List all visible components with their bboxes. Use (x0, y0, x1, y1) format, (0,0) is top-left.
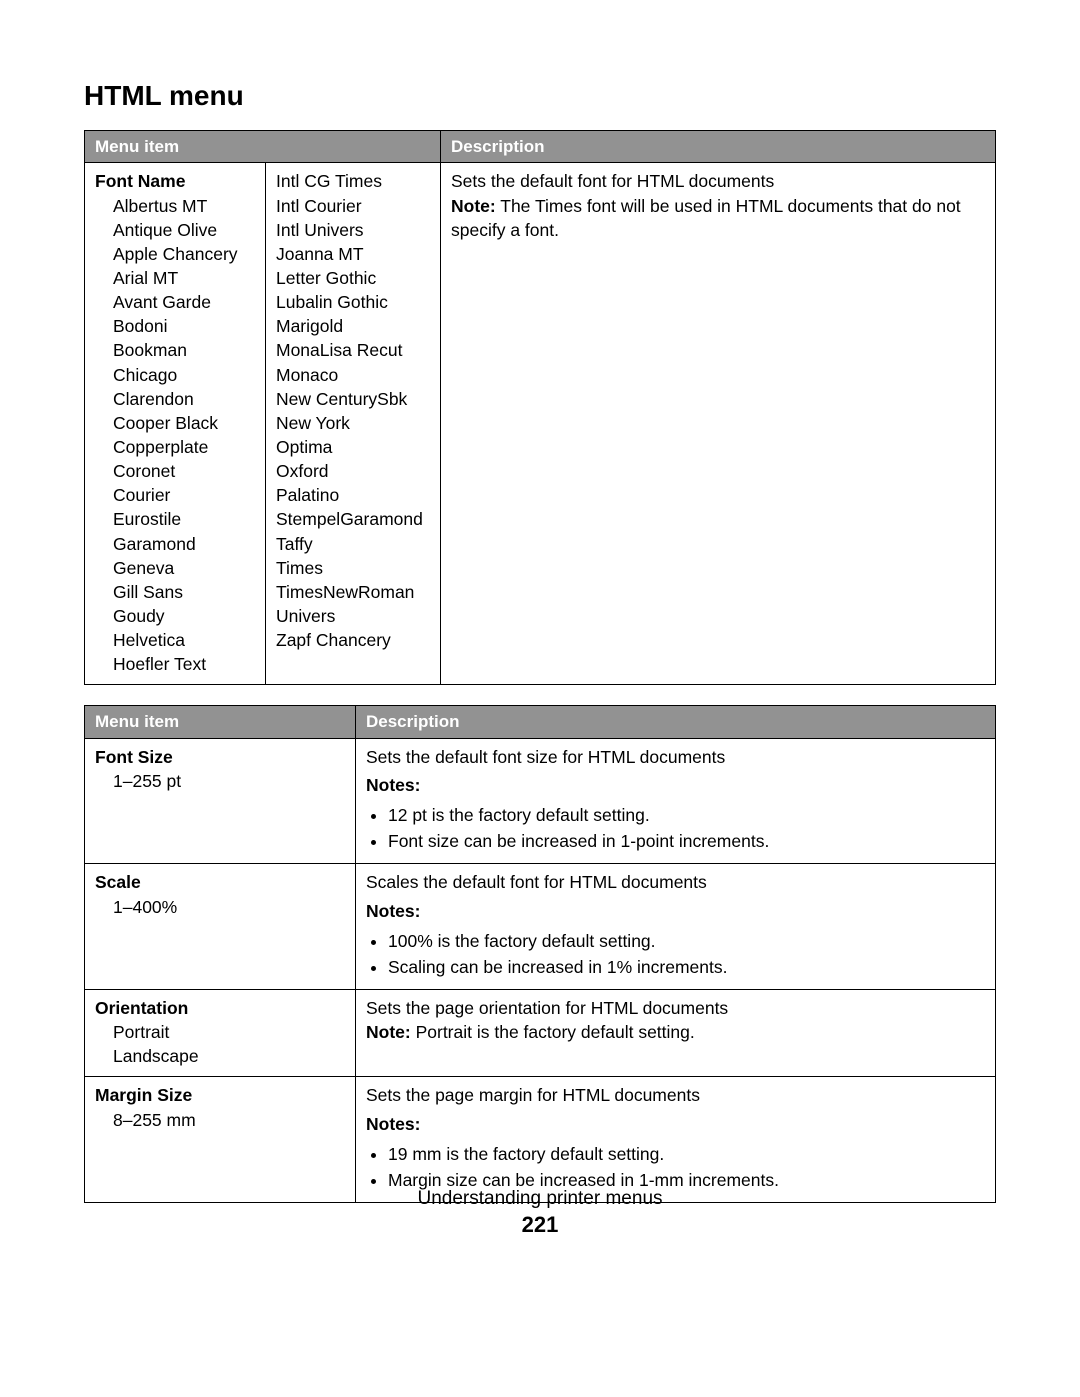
list-item: Avant Garde (113, 290, 255, 314)
description-text: Sets the page margin for HTML documents (366, 1085, 700, 1105)
list-item: 12 pt is the factory default setting. (388, 803, 985, 827)
settings-rows: Font Size1–255 pt Sets the default font s… (85, 738, 996, 1202)
notes-label: Notes: (366, 773, 985, 797)
list-item: Apple Chancery (113, 242, 255, 266)
list-item: Intl Courier (276, 194, 430, 218)
list-item: Monaco (276, 363, 430, 387)
menu-item-option: Portrait (95, 1020, 345, 1044)
menu-item-name: Orientation (95, 996, 345, 1020)
list-item: Copperplate (113, 435, 255, 459)
note-label: Note: (366, 1022, 411, 1042)
menu-item-option: Landscape (95, 1044, 345, 1068)
table-row: Font Size1–255 pt Sets the default font s… (85, 738, 996, 864)
list-item: Chicago (113, 363, 255, 387)
list-item: Univers (276, 604, 430, 628)
list-item: Albertus MT (113, 194, 255, 218)
description-text: Sets the default font size for HTML docu… (366, 747, 725, 767)
list-item: Palatino (276, 483, 430, 507)
list-item: Cooper Black (113, 411, 255, 435)
description-cell: Sets the page orientation for HTML docum… (356, 989, 996, 1076)
list-item: MonaLisa Recut (276, 338, 430, 362)
notes-label: Notes: (366, 1112, 985, 1136)
page-title: HTML menu (84, 80, 996, 112)
menu-item-option: 8–255 mm (95, 1108, 345, 1132)
description-text: Sets the page orientation for HTML docum… (366, 998, 728, 1018)
list-item: TimesNewRoman (276, 580, 430, 604)
list-item: Zapf Chancery (276, 628, 430, 652)
note-text: Portrait is the factory default setting. (411, 1022, 695, 1042)
menu-item-name: Margin Size (95, 1083, 345, 1107)
t2-header-description: Description (356, 706, 996, 738)
menu-item-cell: Font Size1–255 pt (85, 738, 356, 864)
font-list-col2: Intl CG TimesIntl CourierIntl UniversJoa… (276, 169, 430, 652)
menu-item-cell: Margin Size8–255 mm (85, 1077, 356, 1203)
note-label: Note: (451, 196, 496, 216)
t1-header-description: Description (441, 131, 996, 163)
list-item: Lubalin Gothic (276, 290, 430, 314)
list-item: Intl CG Times (276, 169, 430, 193)
list-item: New York (276, 411, 430, 435)
menu-item-cell: Scale1–400% (85, 864, 356, 990)
notes-list: 12 pt is the factory default setting.Fon… (388, 803, 985, 853)
list-item: Marigold (276, 314, 430, 338)
list-item: Courier (113, 483, 255, 507)
list-item: Optima (276, 435, 430, 459)
notes-list: 100% is the factory default setting.Scal… (388, 929, 985, 979)
settings-table: Menu item Description Font Size1–255 ptS… (84, 705, 996, 1203)
list-item: Scaling can be increased in 1% increment… (388, 955, 985, 979)
list-item: 19 mm is the factory default setting. (388, 1142, 985, 1166)
list-item: Eurostile (113, 507, 255, 531)
list-item: Coronet (113, 459, 255, 483)
font-name-desc-cell: Sets the default font for HTML documents… (441, 163, 996, 685)
footer-section: Understanding printer menus (0, 1188, 1080, 1210)
list-item: Taffy (276, 532, 430, 556)
font-list-col1: Albertus MTAntique OliveApple ChanceryAr… (95, 194, 255, 677)
font-name-label: Font Name (95, 169, 255, 193)
font-name-left-cell: Font Name Albertus MTAntique OliveApple … (85, 163, 266, 685)
list-item: Font size can be increased in 1-point in… (388, 829, 985, 853)
list-item: 100% is the factory default setting. (388, 929, 985, 953)
font-name-table: Menu item Description Font Name Albertus… (84, 130, 996, 685)
list-item: Bodoni (113, 314, 255, 338)
list-item: Clarendon (113, 387, 255, 411)
list-item: Times (276, 556, 430, 580)
list-item: Gill Sans (113, 580, 255, 604)
t1-header-menu-item: Menu item (85, 131, 441, 163)
list-item: Joanna MT (276, 242, 430, 266)
list-item: Geneva (113, 556, 255, 580)
list-item: Letter Gothic (276, 266, 430, 290)
notes-list: 19 mm is the factory default setting.Mar… (388, 1142, 985, 1192)
list-item: Bookman (113, 338, 255, 362)
notes-label: Notes: (366, 899, 985, 923)
menu-item-name: Font Size (95, 745, 345, 769)
list-item: Garamond (113, 532, 255, 556)
table-row: Margin Size8–255 mmSets the page margin … (85, 1077, 996, 1203)
list-item: New CenturySbk (276, 387, 430, 411)
list-item: Hoefler Text (113, 652, 255, 676)
menu-item-option: 1–255 pt (95, 769, 345, 793)
description-cell: Sets the default font size for HTML docu… (356, 738, 996, 864)
table-row: Scale1–400% Scales the default font for H… (85, 864, 996, 990)
note-text: The Times font will be used in HTML docu… (451, 196, 961, 240)
description-cell: Sets the page margin for HTML documents N… (356, 1077, 996, 1203)
list-item: Antique Olive (113, 218, 255, 242)
menu-item-cell: OrientationPortraitLandscape (85, 989, 356, 1076)
description-cell: Scales the default font for HTML documen… (356, 864, 996, 990)
menu-item-name: Scale (95, 870, 345, 894)
list-item: Intl Univers (276, 218, 430, 242)
t2-header-menu-item: Menu item (85, 706, 356, 738)
menu-item-option: 1–400% (95, 895, 345, 919)
page-footer: Understanding printer menus 221 (0, 1188, 1080, 1238)
list-item: Helvetica (113, 628, 255, 652)
list-item: StempelGaramond (276, 507, 430, 531)
footer-page-number: 221 (0, 1212, 1080, 1238)
font-name-desc: Sets the default font for HTML documents (451, 171, 774, 191)
table-row: OrientationPortraitLandscape Sets the pag… (85, 989, 996, 1076)
font-name-mid-cell: Intl CG TimesIntl CourierIntl UniversJoa… (266, 163, 441, 685)
list-item: Oxford (276, 459, 430, 483)
list-item: Arial MT (113, 266, 255, 290)
list-item: Goudy (113, 604, 255, 628)
description-text: Scales the default font for HTML documen… (366, 872, 707, 892)
